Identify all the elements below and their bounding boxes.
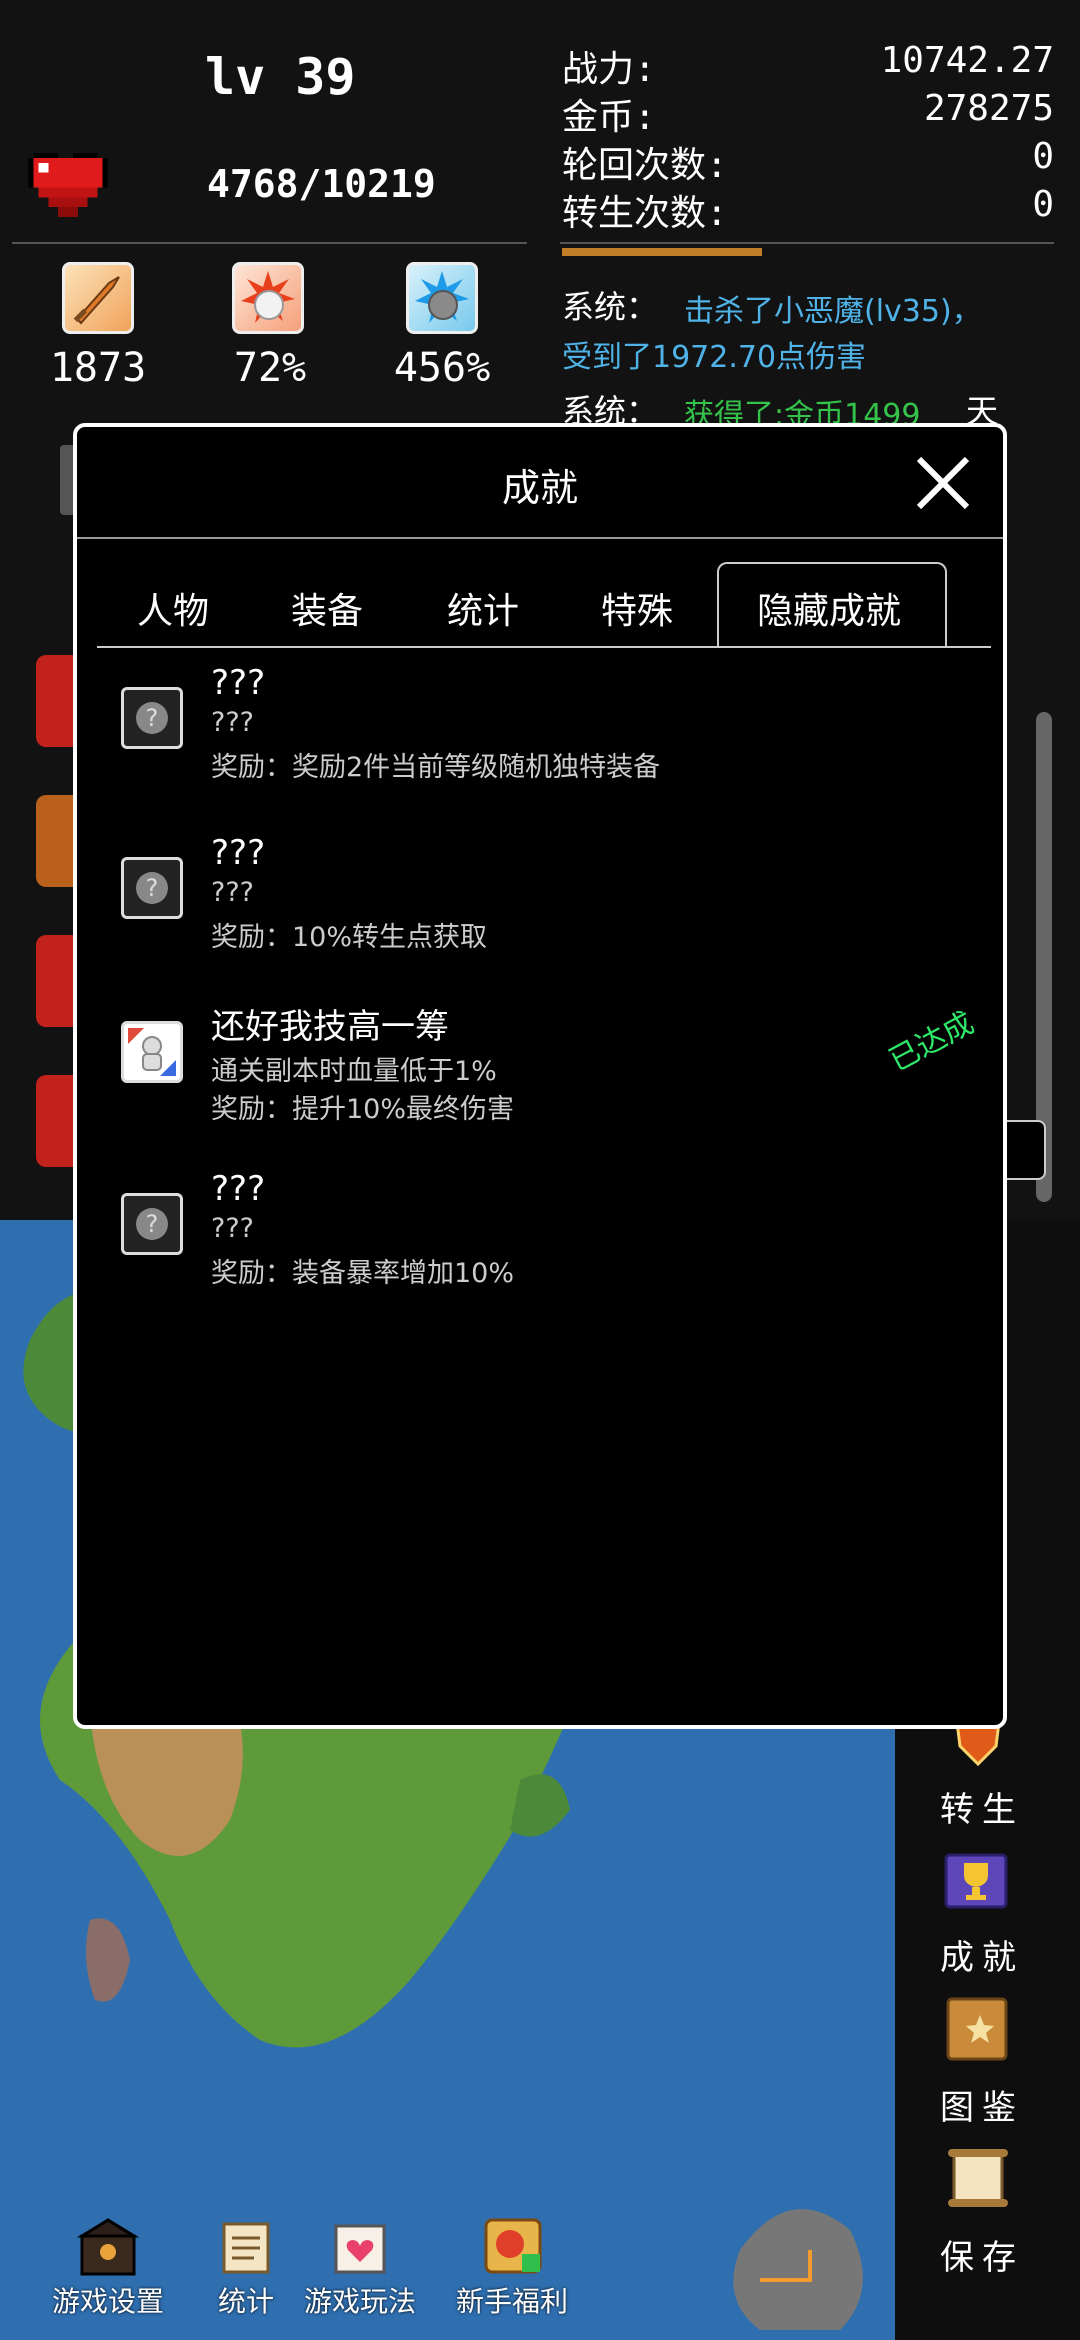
achievement-desc: ??? — [211, 877, 254, 908]
achievement-desc: ??? — [211, 707, 254, 738]
hp-value: 4768/10219 — [207, 162, 436, 206]
side-menu-save[interactable]: 保存 — [940, 2230, 1024, 2279]
power-label: 战力: — [562, 49, 656, 90]
bottom-stats[interactable]: 统计 — [218, 2280, 274, 2320]
settings-chest-icon[interactable] — [76, 2216, 140, 2278]
close-icon[interactable] — [911, 451, 975, 515]
bottom-gameplay[interactable]: 游戏玩法 — [304, 2280, 416, 2320]
log-partial-line — [562, 236, 1042, 258]
side-menu-rebirth[interactable]: 转生 — [940, 1782, 1024, 1831]
log-text-1-cont: 受到了1972.70点伤害 — [562, 340, 867, 375]
tab-hidden-achievements[interactable]: 隐藏成就 — [757, 582, 901, 634]
tab-character[interactable]: 人物 — [137, 582, 209, 634]
tabs-divider — [97, 646, 991, 648]
achievement-title: 还好我技高一筹 — [211, 1007, 449, 1047]
codex-book-icon[interactable] — [940, 1993, 1016, 2063]
crit-rate-value: 72% — [233, 345, 307, 391]
stats-scroll-icon[interactable] — [214, 2216, 278, 2278]
heart-icon — [28, 152, 108, 218]
power-value: 10742.27 — [880, 40, 1054, 81]
hero-skill-icon — [121, 1021, 183, 1083]
crit-damage-value: 456% — [393, 345, 491, 391]
side-menu-achievements[interactable]: 成就 — [940, 1930, 1024, 1979]
achievement-reward: 奖励：装备暴率增加10% — [211, 1258, 515, 1289]
crit-fist-icon — [232, 262, 304, 334]
newbie-gift-icon[interactable] — [480, 2214, 546, 2278]
save-scroll-icon[interactable] — [940, 2143, 1016, 2213]
achievement-title: ??? — [211, 663, 266, 703]
achievement-reward: 奖励：提升10%最终伤害 — [211, 1094, 515, 1125]
svg-text:?: ? — [146, 704, 159, 732]
tab-special[interactable]: 特殊 — [601, 582, 673, 634]
achievement-desc: ??? — [211, 1213, 254, 1244]
hud-divider — [12, 242, 527, 244]
locked-question-icon: ? — [121, 857, 183, 919]
achievement-reward: 奖励：10%转生点获取 — [211, 922, 488, 953]
player-level: lv 39 — [205, 48, 356, 106]
sword-icon — [62, 262, 134, 334]
svg-text:?: ? — [146, 874, 159, 902]
locked-question-icon: ? — [121, 687, 183, 749]
achievement-desc: 通关副本时血量低于1% — [211, 1056, 497, 1087]
log-text-1: 击杀了小恶魔(lv35)， — [684, 294, 982, 329]
title-divider — [77, 537, 1003, 539]
achievement-dialog: 成就 人物 装备 统计 特殊 隐藏成就 ? ??? ??? 奖励：奖励2件当前等… — [73, 423, 1007, 1729]
gold-label: 金币: — [562, 97, 656, 138]
achievement-reward: 奖励：奖励2件当前等级随机独特装备 — [211, 752, 661, 783]
bottom-newbie-benefits[interactable]: 新手福利 — [456, 2280, 568, 2320]
achievement-title: ??? — [211, 833, 266, 873]
achievement-title: ??? — [211, 1169, 266, 1209]
gameplay-calendar-icon[interactable] — [328, 2216, 392, 2278]
reincarnation-value: 0 — [1032, 136, 1054, 177]
attack-value: 1873 — [49, 345, 147, 391]
locked-question-icon: ? — [121, 1193, 183, 1255]
log-prefix-1: 系统： — [562, 288, 659, 326]
crit-damage-fist-icon — [406, 262, 478, 334]
completed-badge: 已达成 — [883, 1005, 980, 1079]
rebirth-value: 0 — [1032, 184, 1054, 225]
side-menu-codex[interactable]: 图鉴 — [940, 2080, 1024, 2129]
rebirth-label: 转生次数: — [562, 193, 728, 234]
tab-equipment[interactable]: 装备 — [291, 582, 363, 634]
trophy-book-icon[interactable] — [940, 1845, 1016, 1913]
reincarnation-label: 轮回次数: — [562, 145, 728, 186]
gold-value: 278275 — [923, 88, 1054, 129]
svg-text:?: ? — [146, 1210, 159, 1238]
tab-statistics[interactable]: 统计 — [447, 582, 519, 634]
dialog-title: 成就 — [501, 466, 578, 510]
bottom-settings[interactable]: 游戏设置 — [52, 2280, 164, 2320]
